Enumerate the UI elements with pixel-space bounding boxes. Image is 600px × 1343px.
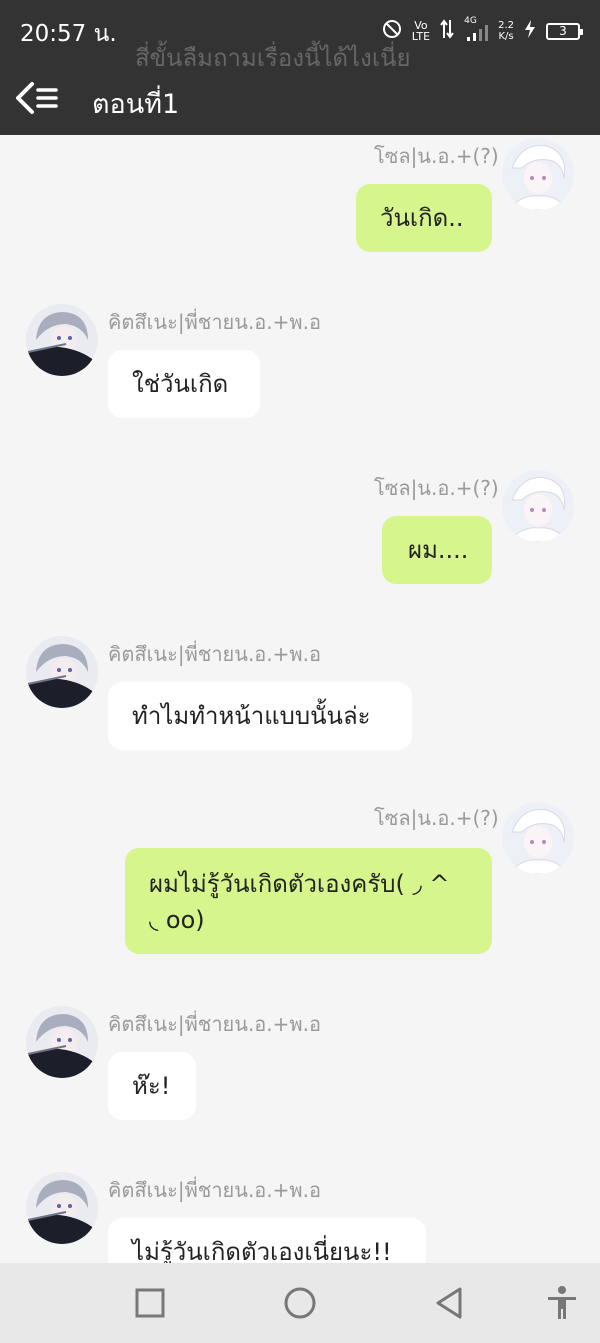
data-arrows-icon <box>440 18 454 44</box>
avatar[interactable] <box>26 1006 98 1078</box>
home-icon[interactable] <box>282 1285 318 1321</box>
sender-name: โซล|น.อ.+(?) <box>374 144 499 168</box>
message-bubble[interactable]: ผมไม่รู้วันเกิดตัวเองครับ( ◞ ^ ◟ oo) <box>125 848 492 954</box>
avatar[interactable] <box>26 304 98 376</box>
message-bubble[interactable]: ใช่วันเกิด <box>108 350 260 418</box>
signal-icon: 4G <box>464 16 489 43</box>
dnd-icon <box>382 19 402 43</box>
sender-name: คิตสึเนะ|พี่ชายน.อ.+พ.อ <box>108 642 321 666</box>
sender-name: คิตสึเนะ|พี่ชายน.อ.+พ.อ <box>108 1178 321 1202</box>
avatar[interactable] <box>502 470 574 542</box>
avatar[interactable] <box>502 138 574 210</box>
volte-icon: Vo LTE <box>411 19 431 43</box>
avatar[interactable] <box>26 1172 98 1244</box>
message-text-line: ผมไม่รู้วันเกิดตัวเองครับ( ◞ ^ <box>149 870 450 898</box>
network-speed: 2.2 K/s <box>498 20 514 42</box>
status-time: 20:57 น. <box>20 21 117 47</box>
system-nav-bar <box>0 1263 600 1343</box>
avatar[interactable] <box>502 802 574 874</box>
faded-previous-line: สี่ขั้นลืมถามเรื่องนี้ได้ไงเนี่ย <box>135 44 411 72</box>
app-header: 20:57 น. สี่ขั้นลืมถามเรื่องนี้ได้ไงเนี่… <box>0 0 600 135</box>
page-title: ตอนที่1 <box>92 89 180 120</box>
charging-icon <box>524 20 536 42</box>
recent-apps-icon[interactable] <box>132 1285 168 1321</box>
message-bubble[interactable]: ห๊ะ! <box>108 1052 196 1120</box>
accessibility-icon[interactable] <box>544 1285 580 1321</box>
message-text-line: ◟ oo) <box>149 906 205 934</box>
sender-name: โซล|น.อ.+(?) <box>374 476 499 500</box>
message-bubble[interactable]: วันเกิด.. <box>356 184 492 252</box>
avatar[interactable] <box>26 636 98 708</box>
back-icon[interactable] <box>432 1285 468 1321</box>
back-menu-icon[interactable] <box>14 80 62 116</box>
message-bubble[interactable]: ทำไมทำหน้าแบบนั้นล่ะ <box>108 682 412 750</box>
sender-name: คิตสึเนะ|พี่ชายน.อ.+พ.อ <box>108 310 321 334</box>
sender-name: โซล|น.อ.+(?) <box>374 806 499 830</box>
battery-icon: 3 <box>546 22 583 40</box>
sender-name: คิตสึเนะ|พี่ชายน.อ.+พ.อ <box>108 1012 321 1036</box>
status-icons: Vo LTE 4G 2.2 K/s 3 <box>382 16 583 44</box>
message-bubble[interactable]: ผม.... <box>382 516 492 584</box>
